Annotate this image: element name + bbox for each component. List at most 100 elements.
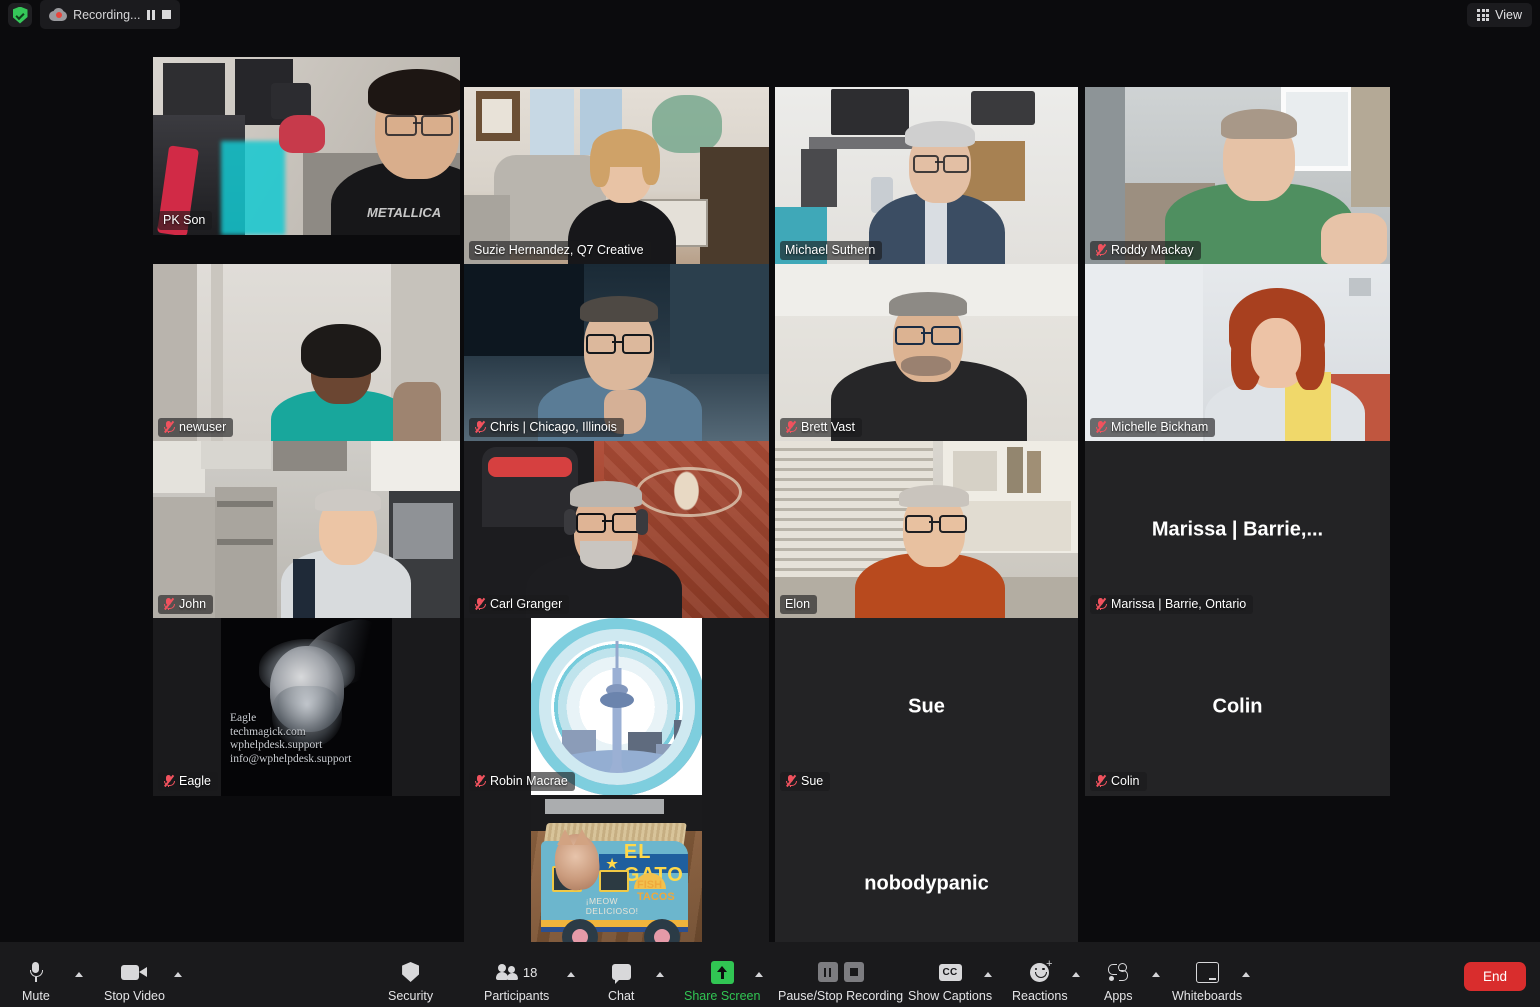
participants-options-caret[interactable] [567, 972, 575, 977]
participant-video [153, 264, 460, 442]
recording-stop-button[interactable] [162, 10, 171, 19]
participant-tile[interactable]: METALLICA PK Son [153, 57, 460, 235]
participant-name: Elon [785, 597, 811, 611]
muted-microphone-icon [163, 597, 175, 611]
share-options-caret[interactable] [755, 972, 763, 977]
recording-indicator[interactable]: Recording... [40, 0, 180, 29]
participant-name-badge: newuser [158, 418, 234, 437]
recording-pause-button[interactable] [147, 9, 156, 20]
participant-avatar [531, 618, 702, 796]
participant-tile[interactable]: Michelle Bickham [1085, 264, 1390, 442]
participant-placeholder-name: Sue [908, 695, 945, 718]
participant-name-badge: Eagle [158, 772, 218, 791]
participant-name-badge: Chris | Chicago, Illinois [469, 418, 624, 437]
participant-name: Michael Suthern [785, 243, 876, 257]
chat-button[interactable]: Chat [608, 959, 634, 1003]
participants-button[interactable]: 18 Participants [484, 959, 549, 1003]
participant-name: Robin Macrae [490, 774, 568, 788]
meeting-toolbar: Mute Stop Video Security 18 Participants… [0, 942, 1540, 1007]
participant-name: PK Son [163, 213, 206, 227]
participant-name-badge: Carl Granger [469, 595, 570, 614]
participant-video [775, 264, 1078, 442]
participant-name-badge: Sue [780, 772, 831, 791]
reactions-options-caret[interactable] [1072, 972, 1080, 977]
participant-name-badge: Colin [1090, 772, 1147, 791]
participant-tile[interactable]: Michael Suthern [775, 87, 1078, 265]
shield-check-icon[interactable] [8, 3, 32, 27]
participant-video [775, 87, 1078, 265]
participant-tile[interactable]: Suzie Hernandez, Q7 Creative [464, 87, 769, 265]
participant-placeholder-name: nobodypanic [864, 872, 989, 895]
participant-tile[interactable]: Chris | Chicago, Illinois [464, 264, 769, 442]
microphone-icon [30, 959, 44, 985]
participant-tile[interactable]: John [153, 441, 460, 619]
apps-icon [1108, 959, 1129, 985]
muted-microphone-icon [785, 774, 797, 788]
participant-name: Suzie Hernandez, Q7 Creative [474, 243, 644, 257]
mute-options-caret[interactable] [75, 972, 83, 977]
participant-placeholder-name: Colin [1212, 695, 1263, 718]
participant-tile[interactable]: Brett Vast [775, 264, 1078, 442]
participant-name-badge: Robin Macrae [469, 772, 575, 791]
reactions-button[interactable]: + Reactions [1012, 958, 1068, 1003]
stop-video-button[interactable]: Stop Video [104, 959, 165, 1003]
muted-microphone-icon [163, 420, 175, 434]
muted-microphone-icon [1095, 243, 1107, 257]
grid-icon [1477, 9, 1490, 21]
muted-microphone-icon [785, 420, 797, 434]
video-options-caret[interactable] [174, 972, 182, 977]
participant-name-badge: Brett Vast [780, 418, 862, 437]
apps-options-caret[interactable] [1152, 972, 1160, 977]
show-captions-label: Show Captions [908, 989, 993, 1003]
participant-video [1085, 87, 1390, 265]
smiley-plus-icon: + [1030, 958, 1052, 985]
captions-options-caret[interactable] [984, 972, 992, 977]
apps-label: Apps [1104, 989, 1133, 1003]
participant-video [775, 441, 1078, 619]
whiteboards-button[interactable]: Whiteboards [1172, 959, 1242, 1003]
muted-microphone-icon [474, 597, 486, 611]
view-button[interactable]: View [1467, 3, 1532, 27]
avatar-truck-subtitle: FISH TACOS [637, 878, 675, 903]
participant-tile[interactable]: Colin Colin [1085, 618, 1390, 796]
share-screen-button[interactable]: Share Screen [684, 959, 760, 1003]
participant-name-badge: PK Son [158, 211, 213, 230]
chat-options-caret[interactable] [656, 972, 664, 977]
participant-tile[interactable]: Elon [775, 441, 1078, 619]
participant-tile[interactable]: Sue Sue [775, 618, 1078, 796]
pause-icon[interactable] [817, 962, 838, 982]
show-captions-button[interactable]: CC Show Captions [908, 959, 992, 1003]
security-button[interactable]: Security [388, 959, 433, 1003]
participant-name: newuser [179, 420, 227, 434]
pause-stop-recording-button[interactable]: Pause/Stop Recording [778, 959, 903, 1003]
view-label: View [1495, 8, 1522, 22]
participant-video [464, 87, 769, 265]
apps-button[interactable]: Apps [1104, 959, 1133, 1003]
participant-tile[interactable]: Carl Granger [464, 441, 769, 619]
participant-name: Sue [801, 774, 824, 788]
end-meeting-button[interactable]: End [1463, 962, 1526, 991]
participant-video [1085, 264, 1390, 442]
participant-name: Chris | Chicago, Illinois [490, 420, 617, 434]
participant-video [464, 264, 769, 442]
participant-tile[interactable]: Roddy Mackay [1085, 87, 1390, 265]
participant-name: Michelle Bickham [1111, 420, 1209, 434]
participants-count: 18 [522, 964, 538, 980]
participant-video: METALLICA [153, 57, 460, 235]
stop-icon[interactable] [843, 962, 864, 982]
muted-microphone-icon [474, 420, 486, 434]
participant-tile[interactable]: Robin Macrae [464, 618, 769, 796]
participant-tile[interactable]: newuser [153, 264, 460, 442]
muted-microphone-icon [1095, 597, 1107, 611]
muted-microphone-icon [163, 774, 175, 788]
security-label: Security [388, 989, 434, 1003]
top-bar: Recording... View [0, 0, 1540, 30]
muted-microphone-icon [1095, 420, 1107, 434]
participant-tile[interactable]: Marissa | Barrie,... Marissa | Barrie, O… [1085, 441, 1390, 619]
participant-name-badge: John [158, 595, 214, 614]
mute-button[interactable]: Mute [22, 959, 50, 1003]
stop-video-label: Stop Video [104, 989, 165, 1003]
whiteboards-options-caret[interactable] [1242, 972, 1250, 977]
participant-tile[interactable]: Eagle techmagick.com wphelpdesk.support … [153, 618, 460, 796]
participant-name-badge: Michael Suthern [780, 241, 883, 260]
